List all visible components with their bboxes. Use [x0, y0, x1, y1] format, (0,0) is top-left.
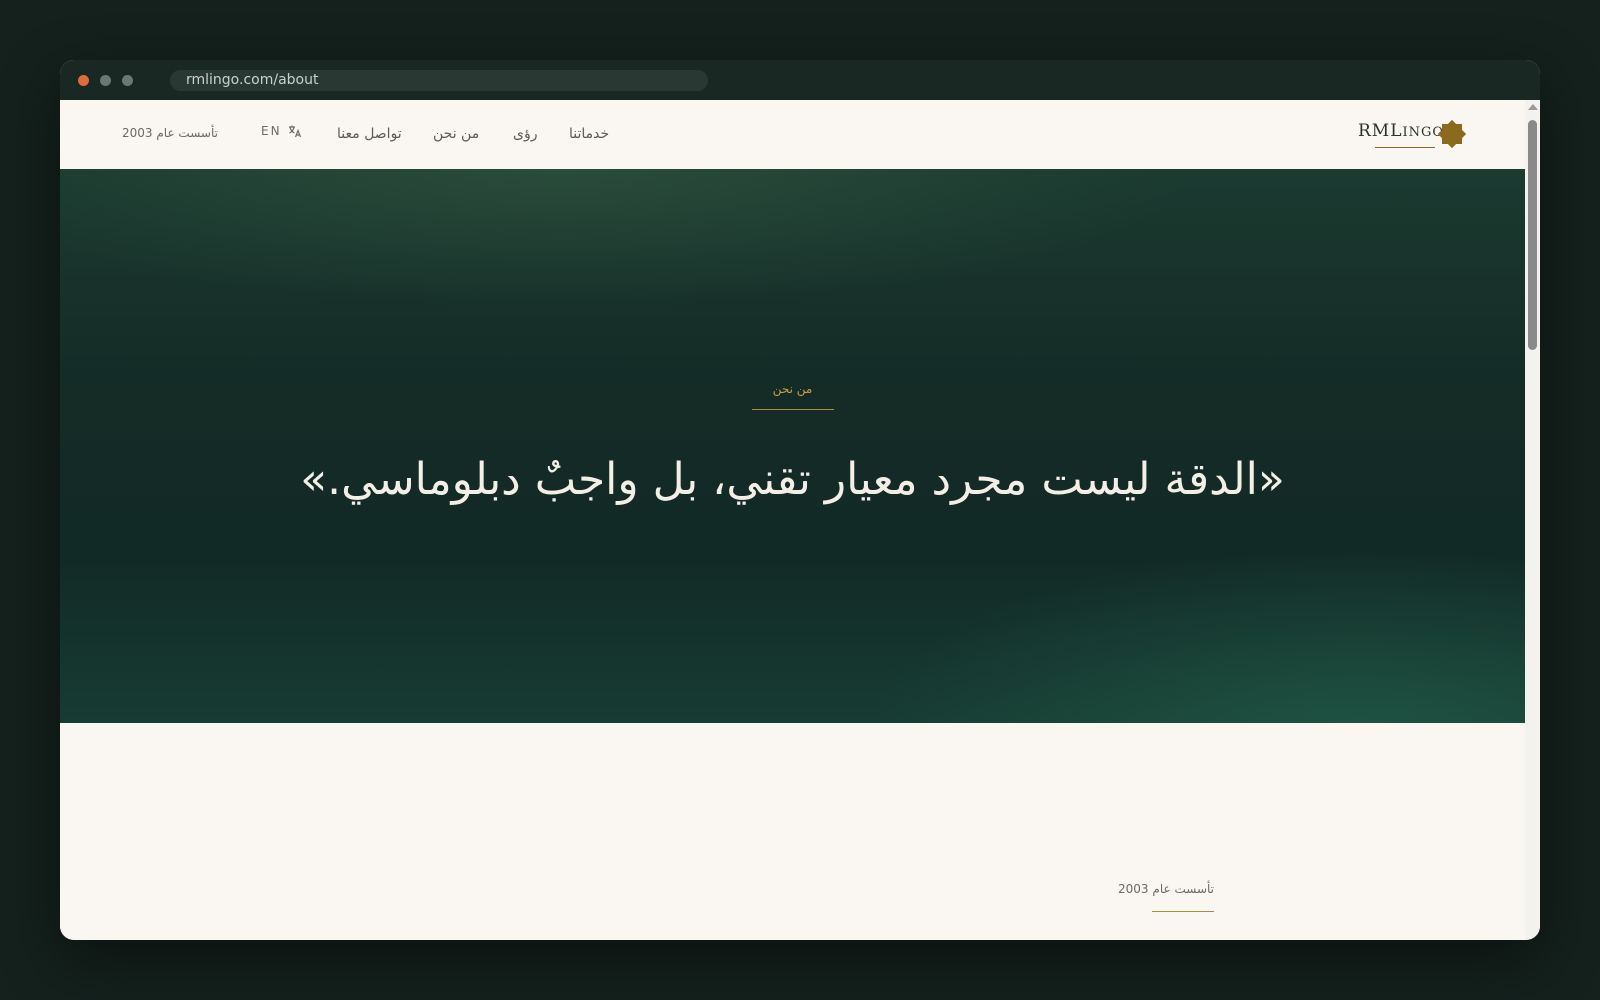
- page-viewport: تأسست عام 2003 EN تواصل معنا من نحن رؤى …: [60, 100, 1525, 940]
- minimize-window-button[interactable]: [100, 75, 111, 86]
- browser-titlebar: rmlingo.com/about: [60, 60, 1540, 100]
- language-label: EN: [261, 124, 282, 138]
- scroll-up-arrow-icon[interactable]: [1528, 104, 1538, 110]
- address-bar[interactable]: rmlingo.com/about: [170, 70, 708, 91]
- logo-wordmark-main: RML: [1358, 121, 1403, 141]
- founded-label: تأسست عام 2003: [122, 126, 218, 140]
- section-founded-label: تأسست عام 2003: [1118, 882, 1214, 896]
- hero-quote: «الدقة ليست مجرد معيار تقني، بل واجبٌ دب…: [300, 454, 1285, 505]
- browser-window: rmlingo.com/about تأسست عام 2003 EN تواص…: [60, 60, 1540, 940]
- close-window-button[interactable]: [78, 75, 89, 86]
- hero-eyebrow: من نحن: [772, 382, 813, 396]
- nav-contact-link[interactable]: تواصل معنا: [337, 126, 402, 142]
- nav-visions-link[interactable]: رؤى: [513, 126, 537, 142]
- vertical-scrollbar[interactable]: [1525, 100, 1540, 940]
- hero-section: من نحن «الدقة ليست مجرد معيار تقني، بل و…: [60, 169, 1525, 723]
- logo-wordmark: RMLINGO: [1358, 121, 1444, 141]
- maximize-window-button[interactable]: [122, 75, 133, 86]
- eight-point-star-icon: [1436, 118, 1468, 154]
- section-divider: [1152, 911, 1214, 912]
- nav-services-link[interactable]: خدماتنا: [569, 126, 609, 142]
- language-switch[interactable]: EN: [261, 124, 302, 138]
- hero-eyebrow-divider: [752, 409, 834, 410]
- logo-underline: [1375, 147, 1435, 148]
- site-header: تأسست عام 2003 EN تواصل معنا من نحن رؤى …: [60, 100, 1525, 170]
- nav-about-link[interactable]: من نحن: [433, 126, 479, 142]
- scrollbar-thumb[interactable]: [1528, 120, 1537, 350]
- translate-icon: [288, 124, 302, 138]
